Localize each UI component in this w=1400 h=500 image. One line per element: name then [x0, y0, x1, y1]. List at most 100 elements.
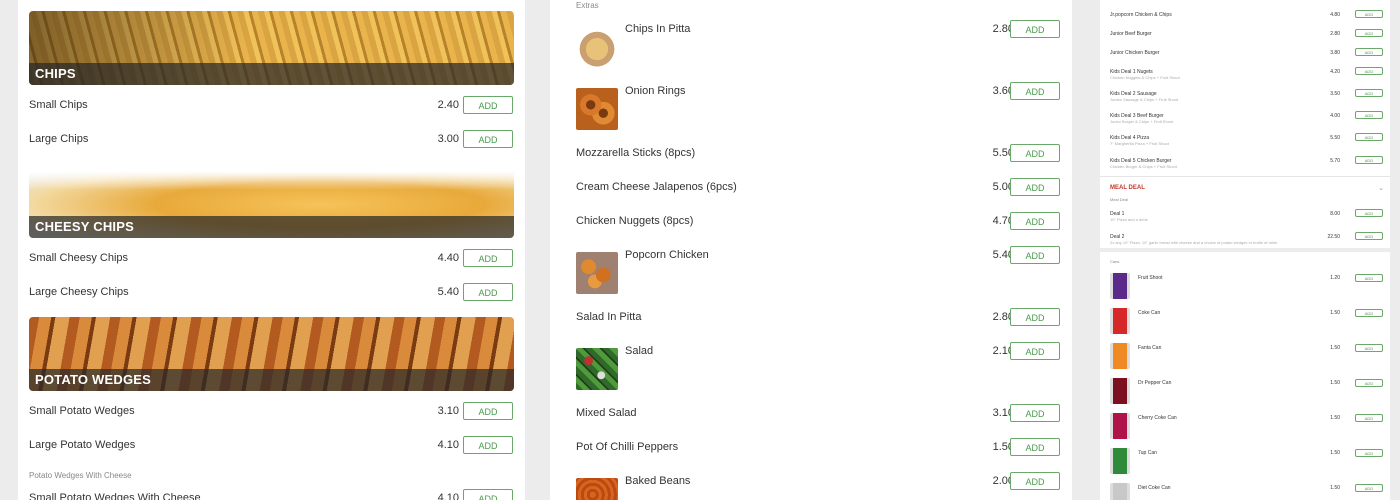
add-button[interactable]: ADD [1010, 144, 1060, 162]
add-button[interactable]: ADD [1010, 212, 1060, 230]
item-price: 5.40 [992, 249, 1014, 261]
add-button[interactable]: ADD [1010, 82, 1060, 100]
add-button[interactable]: ADD [1010, 308, 1060, 326]
salad-image [576, 348, 618, 390]
menu-item: Salad In Pitta 2.80 ADD [576, 308, 1062, 328]
divider [1100, 248, 1390, 252]
add-button[interactable]: ADD [1010, 342, 1060, 360]
add-button[interactable]: ADD [1355, 449, 1383, 457]
add-button[interactable]: ADD [1355, 232, 1383, 240]
item-name: Baked Beans [625, 475, 691, 487]
banner-title: CHIPS [29, 63, 514, 85]
add-button[interactable]: ADD [1355, 10, 1383, 18]
item-name: Diet Coke Can [1138, 485, 1171, 491]
onion-rings-image [576, 88, 618, 130]
item-name: Chicken Nuggets (8pcs) [576, 215, 694, 227]
add-button[interactable]: ADD [1355, 309, 1383, 317]
item-name: Mozzarella Sticks (8pcs) [576, 147, 696, 159]
item-price: 3.80 [1330, 50, 1340, 56]
banner-title: CHEESY CHIPS [29, 216, 514, 238]
menu-item: 7up Can 1.50 ADD [1110, 448, 1388, 474]
add-button[interactable]: ADD [1355, 29, 1383, 37]
chips-menu-panel: CHIPS Small Chips 2.40 ADD Large Chips 3… [18, 0, 525, 500]
item-price: 1.50 [1330, 380, 1340, 386]
add-button[interactable]: ADD [1355, 484, 1383, 492]
item-price: 2.40 [437, 99, 459, 111]
kids-drinks-menu-panel: Jr.popcorn Chicken & Chips 4.80 ADD Junior … [1100, 0, 1390, 500]
item-name: Dr Pepper Can [1138, 380, 1172, 386]
drink-can-image [1110, 413, 1130, 439]
menu-item: Chicken Nuggets (8pcs) 4.70 ADD [576, 212, 1062, 232]
add-button[interactable]: ADD [1010, 246, 1060, 264]
add-button[interactable]: ADD [1010, 178, 1060, 196]
add-button[interactable]: ADD [1355, 344, 1383, 352]
item-name: 7up Can [1138, 450, 1157, 456]
meal-deal-sublabel: Meal Deal [1110, 197, 1129, 202]
add-button[interactable]: ADD [1355, 414, 1383, 422]
item-description: Chicken Nuggets & Chips + Fruit Shoot [1110, 75, 1180, 80]
add-button[interactable]: ADD [463, 283, 513, 301]
drinks-sublabel: Cans [1110, 259, 1120, 264]
item-description: 2x any 10" Pizza, 10" garlic bread with … [1110, 240, 1278, 245]
subheading: Potato Wedges With Cheese [29, 471, 132, 480]
menu-item: Fanta Can 1.50 ADD [1110, 343, 1388, 369]
add-button[interactable]: ADD [1010, 472, 1060, 490]
item-price: 2.80 [992, 23, 1014, 35]
item-price: 1.20 [1330, 275, 1340, 281]
add-button[interactable]: ADD [1355, 274, 1383, 282]
add-button[interactable]: ADD [463, 96, 513, 114]
menu-item: Small Potato Wedges With Cheese 4.10 ADD [29, 489, 514, 500]
item-name: Small Cheesy Chips [29, 252, 129, 264]
menu-item: Dr Pepper Can 1.50 ADD [1110, 378, 1388, 404]
item-name: Onion Rings [625, 85, 686, 97]
add-button[interactable]: ADD [1355, 67, 1383, 75]
chips-in-pitta-image [576, 26, 618, 68]
item-name: Junior Beef Burger [1110, 31, 1152, 37]
item-price: 2.00 [992, 475, 1014, 487]
drink-can-image [1110, 308, 1130, 334]
cheesy-chips-banner: CHEESY CHIPS [29, 164, 514, 238]
item-name: Small Chips [29, 99, 88, 111]
meal-deal-heading[interactable]: MEAL DEAL [1110, 185, 1145, 191]
menu-item: Deal 2 2x any 10" Pizza, 10" garlic bread… [1110, 231, 1388, 249]
item-price: 2.80 [1330, 31, 1340, 37]
add-button[interactable]: ADD [1355, 111, 1383, 119]
item-name: Chips In Pitta [625, 23, 691, 35]
item-price: 1.50 [1330, 415, 1340, 421]
item-price: 5.50 [1330, 135, 1340, 141]
add-button[interactable]: ADD [1355, 379, 1383, 387]
item-price: 3.00 [437, 133, 459, 145]
menu-item: Large Chips 3.00 ADD [29, 130, 514, 150]
item-name: Popcorn Chicken [625, 249, 709, 261]
banner-title: POTATO WEDGES [29, 369, 514, 391]
menu-item: Mixed Salad 3.10 ADD [576, 404, 1062, 424]
menu-item: Kids Deal 1 Nugets Chicken Nuggets & Chip… [1110, 66, 1388, 84]
add-button[interactable]: ADD [1010, 404, 1060, 422]
menu-item: Kids Deal 4 Pizza 7" Margherita Pizza + F… [1110, 132, 1388, 150]
item-price: 4.20 [1330, 69, 1340, 75]
add-button[interactable]: ADD [463, 402, 513, 420]
item-description: Jumbo Sausage & Chips + Fruit Shoot [1110, 97, 1179, 102]
menu-item: Diet Coke Can 1.50 ADD [1110, 483, 1388, 500]
menu-item: Small Potato Wedges 3.10 ADD [29, 402, 514, 422]
add-button[interactable]: ADD [463, 130, 513, 148]
item-description: 10" Pizza and a drink [1110, 217, 1148, 222]
add-button[interactable]: ADD [463, 489, 513, 500]
add-button[interactable]: ADD [1355, 48, 1383, 56]
item-description: Junior Burger & Chips + Fruit Shoot [1110, 119, 1174, 124]
add-button[interactable]: ADD [1355, 209, 1383, 217]
chips-banner: CHIPS [29, 11, 514, 85]
add-button[interactable]: ADD [1355, 89, 1383, 97]
item-price: 1.50 [1330, 310, 1340, 316]
item-name: Jr.popcorn Chicken & Chips [1110, 12, 1172, 18]
add-button[interactable]: ADD [1355, 133, 1383, 141]
chevron-down-icon[interactable]: ⌄ [1378, 184, 1384, 192]
item-price: 2.80 [992, 311, 1014, 323]
add-button[interactable]: ADD [1010, 20, 1060, 38]
item-price: 1.50 [1330, 450, 1340, 456]
add-button[interactable]: ADD [463, 436, 513, 454]
add-button[interactable]: ADD [1010, 438, 1060, 456]
add-button[interactable]: ADD [1355, 156, 1383, 164]
menu-item: Large Cheesy Chips 5.40 ADD [29, 283, 514, 303]
add-button[interactable]: ADD [463, 249, 513, 267]
